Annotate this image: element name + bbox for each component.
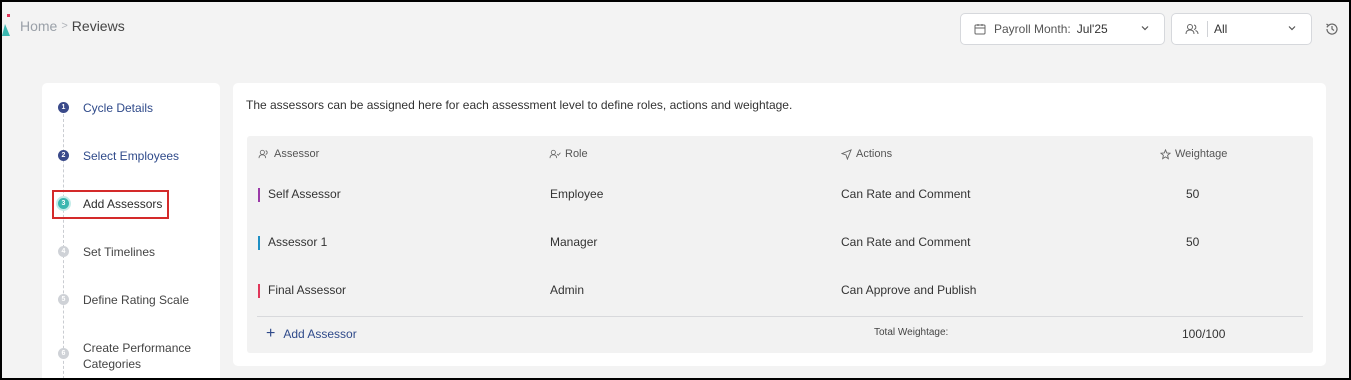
chevron-down-icon	[1288, 26, 1296, 31]
assessor-name: Final Assessor	[268, 283, 347, 297]
step-number: 3	[58, 198, 69, 209]
step-number: 2	[58, 150, 69, 161]
step-label: Define Rating Scale	[83, 293, 190, 307]
breadcrumb-separator: >	[61, 20, 68, 32]
assessor-name: Assessor 1	[268, 235, 328, 249]
step-number: 1	[58, 102, 69, 113]
step-number: 5	[58, 294, 69, 305]
total-weightage-label: Total Weightage:	[874, 327, 949, 338]
assessor-role: Manager	[550, 235, 598, 249]
column-header-label: Assessor	[274, 148, 320, 160]
user-check-icon	[549, 149, 561, 159]
column-header-actions: Actions	[841, 148, 892, 160]
column-header-label: Role	[565, 148, 588, 160]
payroll-month-value: Jul'25	[1076, 22, 1108, 36]
step-label: Set Timelines	[83, 245, 156, 259]
assessor-color-bar	[258, 284, 260, 298]
users-icon	[258, 149, 268, 159]
send-icon	[841, 148, 852, 160]
assessor-action: Can Approve and Publish	[841, 283, 977, 297]
step-label: Select Employees	[83, 149, 180, 163]
step-set-timelines[interactable]: 4 Set Timelines	[58, 244, 203, 260]
step-cycle-details[interactable]: 1 Cycle Details	[58, 100, 203, 116]
assessor-weightage: 50	[1186, 235, 1200, 249]
column-header-label: Actions	[856, 148, 893, 160]
step-label: Cycle Details	[83, 101, 154, 115]
group-filter-select[interactable]: All	[1171, 13, 1312, 45]
history-icon[interactable]	[1324, 21, 1340, 37]
payroll-month-select[interactable]: Payroll Month: Jul'25	[960, 13, 1165, 45]
step-select-employees[interactable]: 2 Select Employees	[58, 148, 203, 164]
table-divider	[257, 316, 1303, 317]
breadcrumb: Home > Reviews	[20, 18, 125, 34]
assessor-action: Can Rate and Comment	[841, 187, 971, 201]
column-header-role: Role	[549, 148, 588, 160]
star-icon	[1160, 148, 1171, 160]
group-filter-value: All	[1214, 22, 1228, 36]
step-number: 6	[58, 348, 69, 359]
calendar-icon	[974, 24, 986, 35]
total-weightage-value: 100/100	[1182, 327, 1226, 341]
step-label: Create Performance Categories	[83, 341, 192, 371]
assessor-weightage: 50	[1186, 187, 1200, 201]
step-create-performance-categories[interactable]: 6 Create Performance Categories	[58, 340, 203, 372]
step-add-assessors[interactable]: 3 Add Assessors	[58, 196, 203, 212]
column-header-label: Weightage	[1175, 148, 1228, 160]
plus-icon: +	[266, 325, 276, 342]
steps-sidebar	[42, 83, 220, 378]
assessor-role: Admin	[550, 283, 585, 297]
breadcrumb-current: Reviews	[71, 18, 125, 34]
assessor-role: Employee	[550, 187, 604, 201]
assessor-color-bar	[258, 188, 260, 202]
column-header-weightage: Weightage	[1160, 148, 1227, 160]
payroll-month-label: Payroll Month:	[994, 22, 1071, 36]
step-define-rating-scale[interactable]: 5 Define Rating Scale	[58, 292, 203, 308]
assessors-table	[247, 136, 1313, 353]
column-header-assessor: Assessor	[258, 148, 319, 160]
assessor-name: Self Assessor	[268, 187, 341, 201]
users-icon	[1185, 24, 1199, 35]
add-assessor-label: Add Assessor	[283, 327, 357, 341]
app-logo	[2, 14, 10, 36]
breadcrumb-home[interactable]: Home	[20, 18, 57, 34]
assessor-action: Can Rate and Comment	[841, 235, 971, 249]
app-frame: Home > Reviews Payroll Month: Jul'25 All	[2, 2, 1349, 378]
step-label: Add Assessors	[83, 197, 163, 211]
select-divider	[1207, 21, 1208, 37]
chevron-down-icon	[1141, 26, 1149, 31]
intro-text: The assessors can be assigned here for e…	[246, 98, 793, 112]
step-number: 4	[58, 246, 69, 257]
assessor-color-bar	[258, 236, 260, 250]
add-assessor-button[interactable]: + Add Assessor	[266, 325, 357, 342]
